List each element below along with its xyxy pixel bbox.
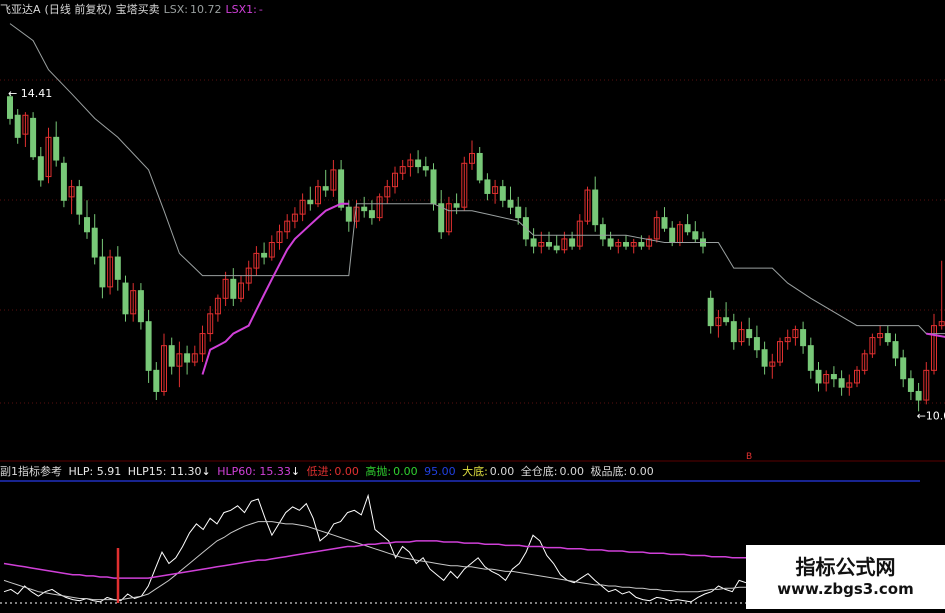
candle-body [100,257,105,287]
cmd2-label: 高抛: [365,465,391,478]
candle-body [624,243,629,247]
candle-body [308,200,313,203]
cmd3-value: 95.00 [424,465,456,478]
candle-body [416,160,421,167]
candle-body [747,330,752,338]
candle-body [662,218,667,229]
candle-body [885,334,890,342]
cmd1-label: 低进: [307,465,333,478]
magenta-line [203,204,945,375]
hlp60-value: HLP60: 15.33 [217,465,291,478]
candle-body [670,228,675,242]
candle-body [346,207,351,221]
candle-body [816,370,821,383]
candle-body [231,279,236,298]
header-bar: 飞亚达A (日线 前复权) 宝塔买卖 LSX:10.72LSX1:- [0,1,267,17]
lsx1-value: - [259,3,263,16]
candle-body [262,253,267,257]
watermark-title: 指标公式网 [746,551,945,580]
indicator-title: 副1指标参考 [0,465,62,478]
candle-body [115,257,120,279]
indicator-line-hlp15 [4,522,746,600]
candle-body [85,218,90,232]
indicator-name: 宝塔买卖 [116,3,160,16]
cmd6-value: 0.00 [629,465,654,478]
candle-body [762,350,767,366]
cmd6-label: 极品底: [591,465,628,478]
candle-body [570,239,575,246]
candle-body [15,115,20,137]
lsx-label: LSX: [164,3,188,16]
candle-body [362,207,367,210]
cmd5-label: 全仓底: [521,465,558,478]
candle-body [547,243,552,247]
candle-body [77,187,82,214]
candle-body [893,342,898,358]
candle-body [454,204,459,207]
lsx-value: 10.72 [190,3,222,16]
candle-body [123,283,128,314]
candle-body [839,379,844,387]
candle-body [38,157,43,180]
candle-body [500,187,505,201]
chart-canvas: ← 14.41 ←10.02 B [0,0,945,609]
stock-chart: ← 14.41 ←10.02 B [0,0,945,609]
candle-body [92,228,97,257]
candle-body [431,170,436,204]
candle-body [169,346,174,367]
low-annotation: ←10.02 [917,409,945,422]
candle-body [600,225,605,239]
candle-body [423,167,428,170]
candle-body [608,239,613,246]
candle-body [531,239,536,246]
candle-body [516,207,521,217]
cmd2-value: 0.00 [393,465,418,478]
candle-body [554,246,559,250]
candle-body [508,200,513,207]
candle-body [61,163,66,200]
candle-body [685,225,690,232]
lsx1-label: LSX1: [225,3,256,16]
hlp15-arrow: ↓ [201,465,210,478]
candle-body [323,187,328,190]
cmd5-value: 0.00 [560,465,585,478]
candle-body [916,391,921,400]
period-label: (日线 前复权) [45,3,112,16]
candle-body [724,318,729,322]
candle-body [808,346,813,371]
hlp15-value: HLP15: 11.30 [128,465,202,478]
candle-body [185,354,190,362]
candle-body [639,243,644,247]
candle-body [708,298,713,325]
candle-body [485,180,490,194]
candle-body [754,338,759,350]
watermark: 指标公式网 www.zbgs3.com [746,545,945,609]
candle-body [339,170,344,207]
stock-name: 飞亚达A [0,3,41,16]
cmd1-value: 0.00 [334,465,359,478]
indicator-bar: 副1指标参考 HLP: 5.91 HLP15: 11.30↓ HLP60: 15… [0,463,657,479]
candle-body [154,370,159,391]
hlp-value: HLP: 5.91 [69,465,122,478]
candle-body [369,211,374,218]
candle-body [908,379,913,392]
high-annotation: ← 14.41 [8,87,52,100]
cmd4-label: 大底: [462,465,488,478]
candle-body [901,358,906,379]
candle-body [593,190,598,225]
hlp60-arrow: ↓ [291,465,300,478]
indicator-line-hlp60 [4,541,746,578]
cmd4-value: 0.00 [490,465,515,478]
candle-body [801,330,806,346]
candle-body [693,232,698,239]
candle-body [731,322,736,342]
candle-body [146,322,151,371]
watermark-url: www.zbgs3.com [746,580,945,598]
candle-body [31,118,36,156]
buy-marker: B [746,452,752,462]
candle-body [138,291,143,322]
candle-body [54,137,59,160]
candle-body [477,153,482,179]
candle-body [831,375,836,379]
